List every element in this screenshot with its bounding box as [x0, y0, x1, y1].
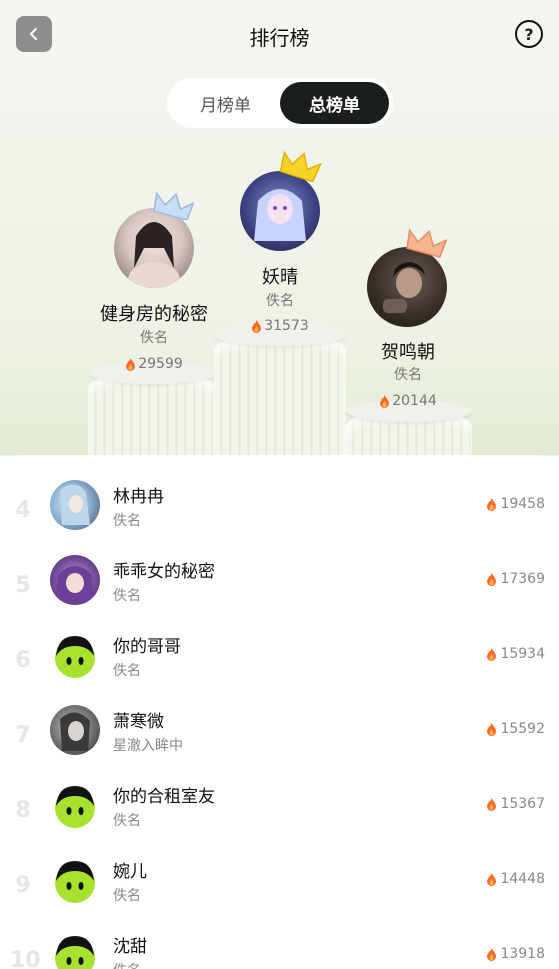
gold-crown-icon: [279, 150, 322, 182]
list-item[interactable]: 8 你的合租室友 佚名 15367: [0, 780, 559, 855]
flame-icon: [487, 872, 497, 886]
list-item-sub: 佚名: [113, 888, 141, 904]
list-item[interactable]: 7 萧寒微 星澈入眸中 15592: [0, 705, 559, 780]
list-item-score: 15367: [486, 796, 545, 812]
flame-icon: [126, 357, 136, 371]
list-item-score: 15934: [486, 646, 545, 662]
flame-icon: [487, 572, 497, 586]
list-item-score: 13918: [486, 946, 545, 962]
flame-icon: [487, 797, 497, 811]
list-item-name: 你的合租室友: [113, 787, 215, 807]
podium-first-score: 31573: [214, 318, 346, 334]
list-item-name: 林冉冉: [113, 487, 164, 507]
rank-number: 7: [15, 723, 31, 748]
score-value: 15934: [500, 646, 545, 662]
list-item-score: 17369: [486, 571, 545, 587]
score-value: 15367: [500, 796, 545, 812]
flame-icon: [380, 394, 390, 408]
page-title: 排行榜: [249, 26, 310, 50]
ranking-tabs: 月榜单 总榜单: [167, 78, 393, 128]
help-glyph: ?: [524, 24, 534, 44]
avatar-first[interactable]: [240, 171, 320, 251]
list-item[interactable]: 10 沈甜 佚名 13918: [0, 930, 559, 969]
list-item-name: 你的哥哥: [113, 637, 181, 657]
podium-second-name: 健身房的秘密: [100, 304, 208, 325]
default-avatar-icon[interactable]: [50, 780, 100, 830]
bronze-crown-icon: [406, 228, 447, 258]
score-value: 15592: [500, 721, 545, 737]
ranking-list: 4 林冉冉 佚名 19458 5 乖乖女的秘密 佚名 17369 6 你的哥哥 …: [0, 455, 559, 969]
rank-number: 5: [15, 573, 31, 598]
list-item-sub: 佚名: [113, 513, 141, 529]
tab-total[interactable]: 总榜单: [280, 82, 389, 124]
list-item-name: 萧寒微: [113, 712, 164, 732]
list-item[interactable]: 5 乖乖女的秘密 佚名 17369: [0, 555, 559, 630]
question-circle-icon[interactable]: ?: [515, 20, 543, 48]
list-item-name: 乖乖女的秘密: [113, 562, 215, 582]
flame-icon: [487, 947, 497, 961]
list-item-sub: 佚名: [113, 960, 141, 969]
podium-second-score: 29599: [88, 356, 220, 372]
podium-first-name: 妖晴: [262, 267, 298, 288]
flame-icon: [487, 722, 497, 736]
score-value: 17369: [500, 571, 545, 587]
default-avatar-icon[interactable]: [50, 855, 100, 905]
list-item-score: 19458: [486, 496, 545, 512]
podium-third-name: 贺鸣朝: [381, 342, 435, 363]
list-item-sub: 佚名: [113, 813, 141, 829]
score-value: 19458: [500, 496, 545, 512]
rank-number: 6: [15, 648, 31, 673]
rank-number: 9: [15, 873, 31, 898]
score-value: 29599: [138, 356, 183, 372]
rank-number: 10: [10, 948, 41, 969]
list-item-name: 沈甜: [113, 937, 147, 957]
score-value: 13918: [500, 946, 545, 962]
list-item-score: 14448: [486, 871, 545, 887]
list-item[interactable]: 6 你的哥哥 佚名 15934: [0, 630, 559, 705]
list-item[interactable]: 9 婉儿 佚名 14448: [0, 855, 559, 930]
default-avatar-icon[interactable]: [50, 630, 100, 680]
rank-number: 4: [15, 498, 31, 523]
silver-crown-icon: [153, 192, 194, 220]
score-value: 20144: [392, 393, 437, 409]
list-item-sub: 佚名: [113, 588, 141, 604]
avatar-third[interactable]: [367, 247, 447, 327]
podium-second-sub: 佚名: [140, 330, 168, 346]
pedestal-first: [214, 324, 346, 455]
list-item-score: 15592: [486, 721, 545, 737]
podium-first-sub: 佚名: [266, 293, 294, 309]
pedestal-third: [346, 400, 472, 455]
podium-third-sub: 佚名: [394, 367, 422, 383]
flame-icon: [487, 497, 497, 511]
score-value: 14448: [500, 871, 545, 887]
pedestal-second: [88, 362, 216, 455]
flame-icon: [252, 319, 262, 333]
top-bar: 排行榜 ?: [0, 0, 559, 70]
flame-icon: [487, 647, 497, 661]
avatar-second[interactable]: [114, 208, 194, 288]
list-item-sub: 佚名: [113, 663, 141, 679]
podium-third-score: 20144: [342, 393, 474, 409]
default-avatar-icon[interactable]: [50, 930, 100, 969]
avatar[interactable]: [50, 705, 100, 755]
list-item[interactable]: 4 林冉冉 佚名 19458: [0, 480, 559, 555]
score-value: 31573: [264, 318, 309, 334]
avatar[interactable]: [50, 555, 100, 605]
tab-monthly[interactable]: 月榜单: [171, 82, 280, 124]
list-item-sub: 星澈入眸中: [113, 738, 183, 754]
avatar[interactable]: [50, 480, 100, 530]
list-item-name: 婉儿: [113, 862, 147, 882]
rank-number: 8: [15, 798, 31, 823]
